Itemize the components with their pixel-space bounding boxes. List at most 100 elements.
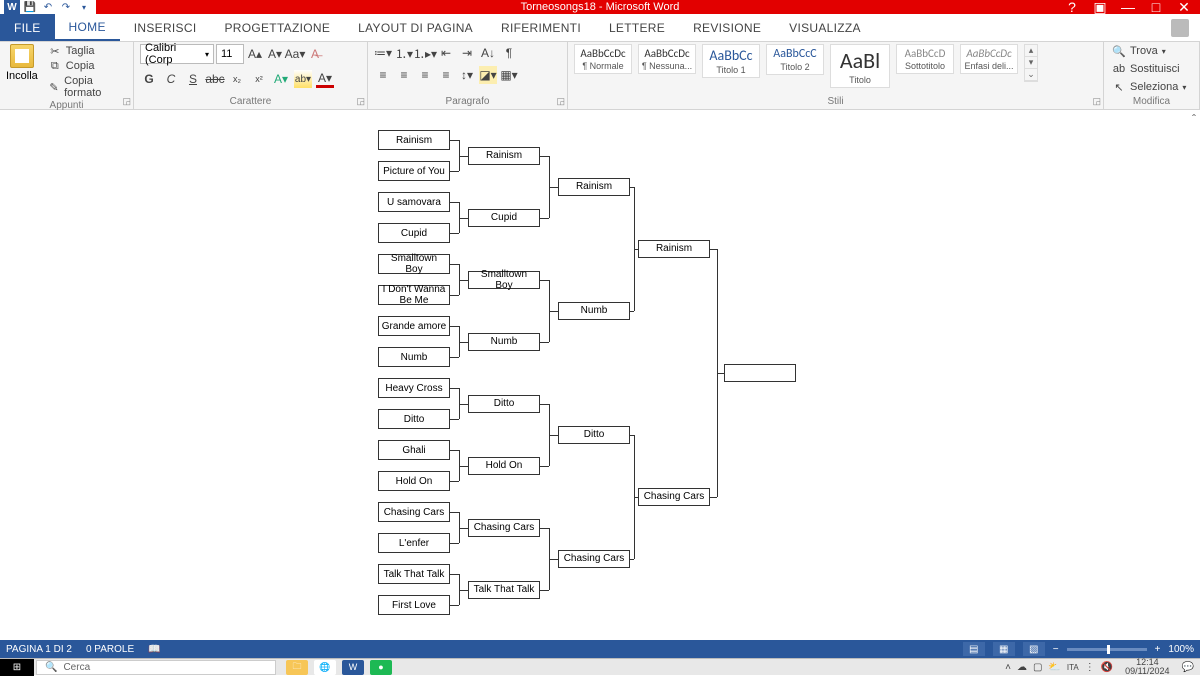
font-name-input[interactable]: Calibri (Corp▾ — [140, 44, 214, 64]
chrome-icon[interactable]: 🌐 — [314, 660, 336, 675]
launcher-icon[interactable]: ◲ — [556, 96, 565, 107]
format-painter-button[interactable]: ✎Copia formato — [46, 74, 127, 100]
subscript-button[interactable]: x₂ — [228, 70, 246, 88]
superscript-button[interactable]: x² — [250, 70, 268, 88]
numbering-icon[interactable]: ⒈▾ — [395, 44, 413, 62]
lang-icon[interactable]: ITA — [1067, 663, 1079, 672]
italic-button[interactable]: C — [162, 70, 180, 88]
close-icon[interactable]: ✕ — [1174, 0, 1194, 16]
style-titolo2[interactable]: AaBbCcCTitolo 2 — [766, 44, 824, 75]
borders-icon[interactable]: ▦▾ — [500, 66, 518, 84]
view-read-icon[interactable]: ▤ — [963, 642, 985, 656]
tab-lettere[interactable]: LETTERE — [595, 14, 679, 41]
paste-icon[interactable] — [10, 44, 34, 68]
minimize-icon[interactable]: — — [1118, 0, 1138, 16]
find-button[interactable]: 🔍Trova▾ — [1110, 44, 1168, 58]
launcher-icon[interactable]: ◲ — [122, 96, 131, 107]
view-print-icon[interactable]: ▦ — [993, 642, 1015, 656]
copy-button[interactable]: ⧉Copia — [46, 59, 127, 73]
line-spacing-icon[interactable]: ↕▾ — [458, 66, 476, 84]
style-enfasi[interactable]: AaBbCcDcEnfasi deli... — [960, 44, 1018, 74]
window-title: Torneosongs18 - Microsoft Word — [521, 1, 680, 13]
inc-indent-icon[interactable]: ⇥ — [458, 44, 476, 62]
zoom-in-icon[interactable]: + — [1155, 644, 1161, 655]
cut-button[interactable]: ✂Taglia — [46, 44, 127, 58]
change-case-icon[interactable]: Aa▾ — [286, 45, 304, 63]
bracket-connector — [540, 590, 549, 591]
tab-revisione[interactable]: REVISIONE — [679, 14, 775, 41]
tab-riferimenti[interactable]: RIFERIMENTI — [487, 14, 595, 41]
tab-file[interactable]: FILE — [0, 14, 55, 41]
word-taskbar-icon[interactable]: W — [342, 660, 364, 675]
tab-inserisci[interactable]: INSERISCI — [120, 14, 211, 41]
style-titolo1[interactable]: AaBbCcTitolo 1 — [702, 44, 760, 78]
taskbar-search[interactable]: 🔍Cerca — [36, 660, 276, 675]
zoom-level[interactable]: 100% — [1168, 644, 1194, 655]
explorer-icon[interactable]: 🗀 — [286, 660, 308, 675]
redo-icon[interactable]: ↷ — [58, 0, 74, 14]
multilevel-icon[interactable]: ⒈▸▾ — [416, 44, 434, 62]
paste-button[interactable]: Incolla — [6, 70, 38, 82]
document-canvas[interactable]: ˆ RainismPicture of YouU samovaraCupidSm… — [0, 110, 1200, 640]
tray-chevron-icon[interactable]: ˄ — [1005, 662, 1011, 673]
user-account[interactable] — [1160, 14, 1200, 41]
text-effects-icon[interactable]: A▾ — [272, 70, 290, 88]
strike-button[interactable]: abc — [206, 70, 224, 88]
justify-icon[interactable]: ≡ — [437, 66, 455, 84]
clear-format-icon[interactable]: A̶ — [306, 45, 324, 63]
onedrive-icon[interactable]: ☁ — [1017, 662, 1027, 673]
font-color-icon[interactable]: A▾ — [316, 70, 334, 88]
style-normale[interactable]: AaBbCcDc¶ Normale — [574, 44, 632, 74]
help-icon[interactable]: ? — [1062, 0, 1082, 16]
tab-visualizza[interactable]: VISUALIZZA — [775, 14, 875, 41]
sort-icon[interactable]: A↓ — [479, 44, 497, 62]
zoom-out-icon[interactable]: − — [1053, 644, 1059, 655]
bold-button[interactable]: G — [140, 70, 158, 88]
qat-more-icon[interactable]: ▾ — [76, 0, 92, 14]
meet-icon[interactable]: ▢ — [1033, 662, 1042, 673]
shrink-font-icon[interactable]: A▾ — [266, 45, 284, 63]
grow-font-icon[interactable]: A▴ — [246, 45, 264, 63]
style-sottotitolo[interactable]: AaBbCcDSottotitolo — [896, 44, 954, 74]
tab-progettazione[interactable]: PROGETTAZIONE — [210, 14, 344, 41]
notifications-icon[interactable]: 💬 — [1182, 662, 1194, 673]
clock[interactable]: 12:1409/11/2024 — [1119, 658, 1175, 676]
page-indicator[interactable]: PAGINA 1 DI 2 — [6, 644, 72, 655]
dec-indent-icon[interactable]: ⇤ — [437, 44, 455, 62]
status-bar: PAGINA 1 DI 2 0 PAROLE 📖 ▤ ▦ ▧ − + 100% — [0, 640, 1200, 658]
bracket-box: Chasing Cars — [378, 502, 450, 522]
style-titolo[interactable]: AaBlTitolo — [830, 44, 890, 88]
start-button[interactable]: ⊞ — [0, 659, 34, 676]
select-button[interactable]: ↖Seleziona▾ — [1110, 80, 1188, 94]
save-icon[interactable]: 💾 — [22, 0, 38, 14]
view-web-icon[interactable]: ▧ — [1023, 642, 1045, 656]
pilcrow-icon[interactable]: ¶ — [500, 44, 518, 62]
word-count[interactable]: 0 PAROLE — [86, 644, 134, 655]
launcher-icon[interactable]: ◲ — [356, 96, 365, 107]
wifi-icon[interactable]: ⋮ — [1085, 662, 1095, 673]
maximize-icon[interactable]: □ — [1146, 0, 1166, 16]
bracket-connector — [459, 590, 468, 591]
undo-icon[interactable]: ↶ — [40, 0, 56, 14]
underline-button[interactable]: S — [184, 70, 202, 88]
align-left-icon[interactable]: ≡ — [374, 66, 392, 84]
tab-home[interactable]: HOME — [55, 14, 120, 41]
volume-icon[interactable]: 🔇 — [1101, 662, 1113, 673]
replace-button[interactable]: abSostituisci — [1110, 62, 1182, 76]
collapse-ribbon-icon[interactable]: ˆ — [1192, 112, 1196, 126]
ribbon-options-icon[interactable]: ▣ — [1090, 0, 1110, 16]
font-size-input[interactable]: 11 — [216, 44, 244, 64]
style-nessuna[interactable]: AaBbCcDc¶ Nessuna... — [638, 44, 696, 74]
bullets-icon[interactable]: ≔▾ — [374, 44, 392, 62]
align-center-icon[interactable]: ≡ — [395, 66, 413, 84]
spotify-icon[interactable]: ● — [370, 660, 392, 675]
launcher-icon[interactable]: ◲ — [1092, 96, 1101, 107]
zoom-slider[interactable] — [1067, 648, 1147, 651]
highlight-icon[interactable]: ab▾ — [294, 70, 312, 88]
styles-gallery-more[interactable]: ▴▾⌄ — [1024, 44, 1038, 82]
spellcheck-icon[interactable]: 📖 — [148, 644, 160, 655]
tab-layout[interactable]: LAYOUT DI PAGINA — [344, 14, 487, 41]
shading-icon[interactable]: ◪▾ — [479, 66, 497, 84]
align-right-icon[interactable]: ≡ — [416, 66, 434, 84]
weather-icon[interactable]: ⛅ — [1048, 662, 1060, 673]
